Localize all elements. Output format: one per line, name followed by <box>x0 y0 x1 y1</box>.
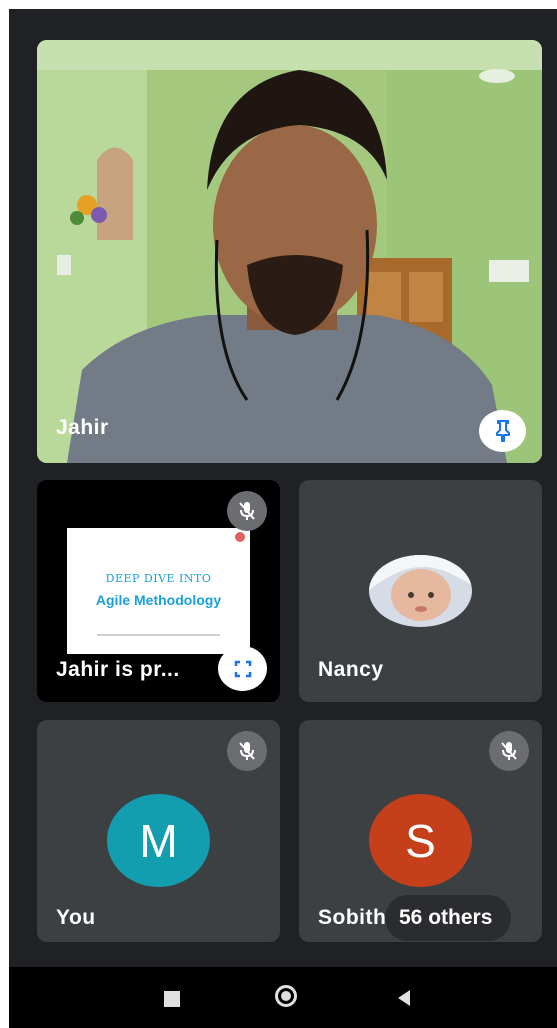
presentation-name: Jahir is pr... <box>56 658 180 681</box>
mic-off-icon <box>239 742 255 760</box>
participant-tile-nancy[interactable]: Nancy <box>299 480 542 702</box>
back-button[interactable] <box>394 988 414 1008</box>
slide-logo <box>235 532 245 542</box>
sobith-mic-status <box>489 731 529 771</box>
pin-button[interactable] <box>479 410 526 452</box>
main-speaker-name: Jahir <box>56 416 109 439</box>
you-avatar: M <box>107 794 210 887</box>
slide-subtitle: Agile Methodology <box>95 592 222 608</box>
main-speaker-tile[interactable]: Jahir <box>37 40 542 463</box>
slide-title: DEEP DIVE INTO <box>105 572 212 585</box>
you-name: You <box>56 906 96 929</box>
home-button[interactable] <box>275 985 297 1007</box>
speaker-video <box>37 40 542 463</box>
participant-tile-you[interactable]: M You <box>37 720 280 942</box>
nancy-name: Nancy <box>318 658 384 681</box>
recents-button[interactable] <box>164 991 180 1007</box>
pin-icon <box>495 420 510 442</box>
fullscreen-icon <box>234 660 251 677</box>
meeting-screen: Jahir DEEP DIVE INTO Agile Methodology J… <box>9 9 557 1028</box>
mic-off-icon <box>239 502 255 520</box>
participant-tile-others[interactable]: S Sobith 56 others <box>299 720 542 942</box>
sobith-avatar: S <box>369 794 472 887</box>
sobith-name: Sobith <box>318 906 387 929</box>
presentation-tile[interactable]: DEEP DIVE INTO Agile Methodology Jahir i… <box>37 480 280 702</box>
slide-footer-line <box>97 634 220 636</box>
you-mic-status <box>227 731 267 771</box>
mic-off-icon <box>501 742 517 760</box>
others-count-badge[interactable]: 56 others <box>385 895 512 941</box>
nancy-avatar <box>369 555 472 627</box>
slide-preview: DEEP DIVE INTO Agile Methodology <box>67 528 250 654</box>
presenter-mic-status <box>227 491 267 531</box>
fullscreen-button[interactable] <box>218 646 267 691</box>
system-nav-bar <box>9 967 557 1028</box>
